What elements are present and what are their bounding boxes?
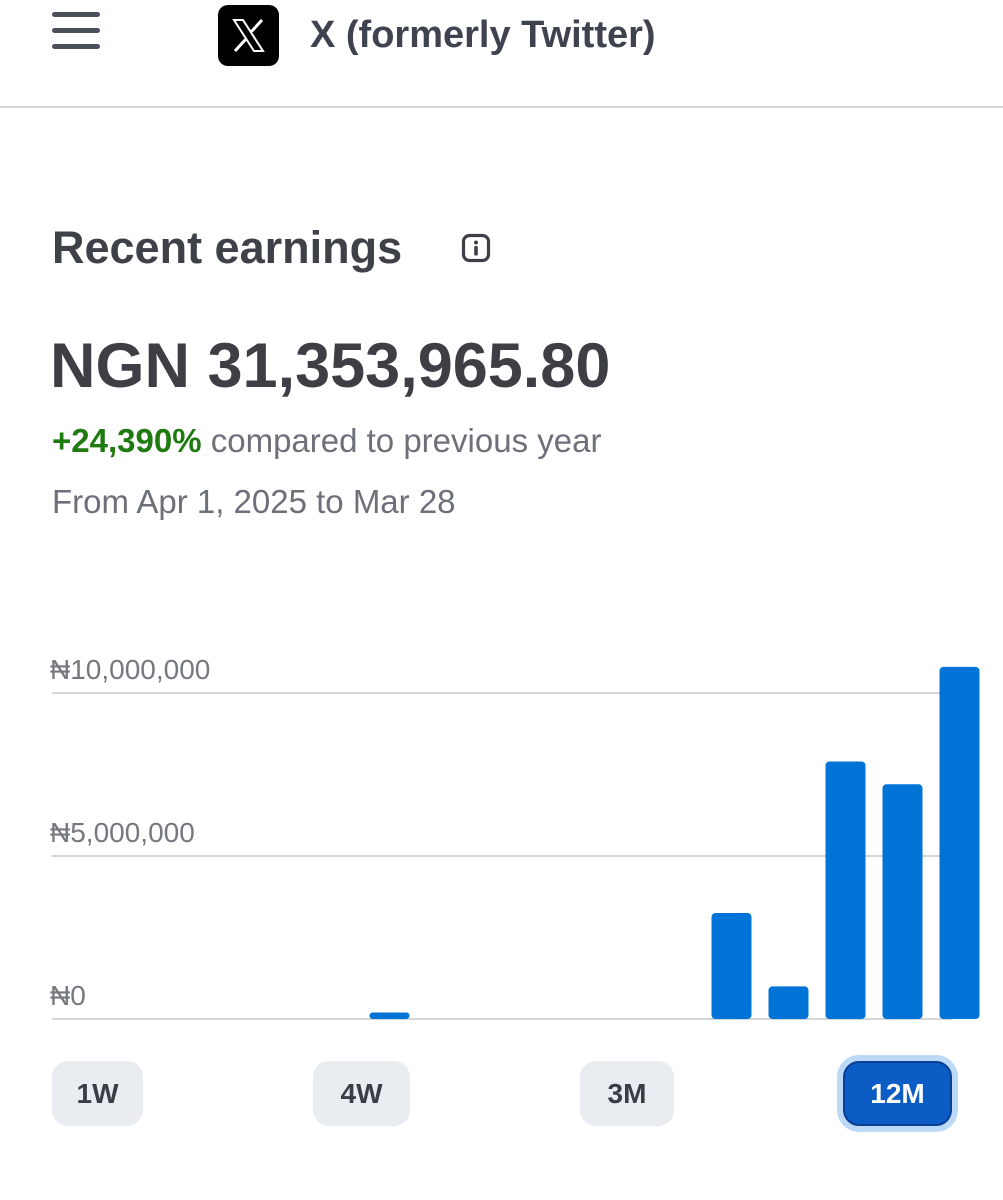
range-button-4w[interactable]: 4W — [313, 1061, 410, 1126]
earnings-change: +24,390% compared to previous year — [52, 422, 601, 460]
hamburger-menu-icon[interactable] — [52, 12, 102, 50]
chart-bar[interactable] — [825, 761, 866, 1019]
chart-grid — [52, 692, 952, 1020]
earnings-bar-chart: ₦10,000,000 ₦5,000,000 ₦0 — [50, 654, 980, 1020]
info-icon[interactable] — [461, 233, 491, 263]
chart-bars — [369, 666, 980, 1019]
change-percentage: +24,390% — [52, 422, 202, 459]
range-button-12m[interactable]: 12M — [843, 1061, 952, 1126]
recent-earnings-heading: Recent earnings — [52, 222, 403, 273]
app-header: X (formerly Twitter) — [0, 0, 1003, 108]
range-button-1w[interactable]: 1W — [52, 1061, 143, 1126]
y-axis-tick-label: ₦0 — [50, 980, 86, 1011]
x-logo-icon — [218, 5, 279, 66]
chart-bar[interactable] — [711, 913, 752, 1019]
chart-bar[interactable] — [882, 784, 923, 1019]
chart-bar[interactable] — [768, 986, 809, 1019]
date-range: From Apr 1, 2025 to Mar 28 — [52, 483, 456, 520]
change-description: compared to previous year — [201, 422, 602, 459]
y-axis-tick-label: ₦10,000,000 — [50, 654, 210, 685]
y-axis-tick-label: ₦5,000,000 — [50, 817, 195, 848]
earnings-amount: NGN 31,353,965.80 — [50, 331, 611, 401]
chart-y-labels: ₦10,000,000 ₦5,000,000 ₦0 — [50, 654, 210, 1011]
app-title: X (formerly Twitter) — [310, 14, 656, 56]
chart-bar[interactable] — [939, 666, 980, 1019]
chart-bar[interactable] — [369, 1012, 410, 1019]
range-button-3m[interactable]: 3M — [580, 1061, 674, 1126]
